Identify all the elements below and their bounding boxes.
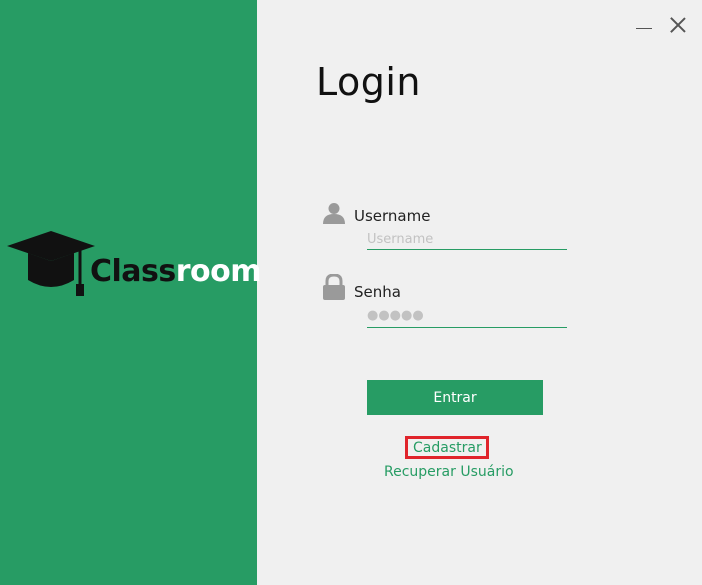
username-label: Username xyxy=(354,207,431,225)
page-title: Login xyxy=(316,60,422,104)
password-label: Senha xyxy=(354,283,401,301)
enter-button[interactable]: Entrar xyxy=(367,380,543,415)
logo-text-class: Class xyxy=(90,254,176,289)
login-window: Classroom Login Username Senha ●●●●● Ent… xyxy=(0,0,702,585)
password-input[interactable]: ●●●●● xyxy=(367,309,567,328)
username-input[interactable] xyxy=(367,229,567,250)
window-controls xyxy=(634,14,688,34)
classroom-logo: Classroom xyxy=(6,228,262,300)
recover-user-link[interactable]: Recuperar Usuário xyxy=(384,464,514,480)
minimize-button[interactable] xyxy=(634,14,654,34)
logo-text-room: room xyxy=(175,254,262,289)
brand-panel: Classroom xyxy=(0,0,262,585)
close-button[interactable] xyxy=(668,14,688,34)
lock-icon xyxy=(323,274,345,300)
minimize-icon xyxy=(636,27,652,29)
register-link[interactable]: Cadastrar xyxy=(413,440,482,456)
user-icon xyxy=(323,203,345,224)
logo-wordmark: Classroom xyxy=(90,252,262,292)
graduation-cap-icon xyxy=(7,231,95,296)
